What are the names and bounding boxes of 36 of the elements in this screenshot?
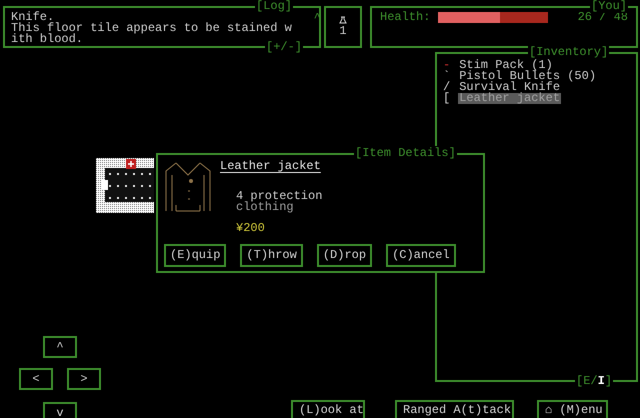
log-toggle[interactable]: [+/-] bbox=[265, 40, 304, 54]
map-drawing bbox=[96, 158, 154, 213]
item-details-title: [Item Details] bbox=[354, 146, 457, 160]
counter-value: 1 bbox=[339, 26, 347, 37]
item-category: clothing bbox=[236, 202, 294, 213]
log-title: [Log] bbox=[255, 0, 294, 13]
inventory-item[interactable]: Survival Knife bbox=[458, 82, 562, 93]
action-button[interactable]: (T)hrow bbox=[240, 244, 303, 267]
inventory-item[interactable]: Pistol Bullets (50) bbox=[458, 71, 598, 82]
log-line: ith blood. bbox=[11, 34, 84, 45]
item-glyph: ` bbox=[443, 71, 450, 82]
item-name: Leather jacket bbox=[220, 159, 321, 173]
inventory-item[interactable]: Stim Pack (1) bbox=[458, 60, 554, 71]
health-label: Health: bbox=[380, 12, 430, 23]
log-line: Knife. bbox=[11, 12, 54, 23]
action-button[interactable]: (D)rop bbox=[316, 244, 372, 267]
status-title: [You] bbox=[590, 0, 628, 13]
command-button[interactable]: (L)ook at bbox=[291, 400, 365, 418]
flask-icon bbox=[339, 16, 347, 24]
item-price: ¥200 bbox=[236, 223, 265, 234]
command-button[interactable]: Ranged A(t)tack bbox=[395, 400, 514, 418]
direction-button[interactable]: > bbox=[67, 368, 101, 390]
direction-button[interactable]: < bbox=[19, 368, 53, 390]
direction-button[interactable]: ^ bbox=[43, 336, 77, 358]
log-line: This floor tile appears to be stained w bbox=[11, 23, 293, 34]
action-button[interactable]: (E)quip bbox=[164, 244, 226, 267]
item-glyph: - bbox=[443, 60, 450, 71]
item-stat: 4 protection bbox=[236, 191, 322, 202]
equip-toggle[interactable]: [E/I] bbox=[575, 374, 614, 388]
direction-button[interactable]: v bbox=[43, 402, 77, 418]
item-glyph: [ bbox=[443, 93, 450, 104]
jacket-icon bbox=[164, 161, 212, 213]
inventory-title: [Inventory] bbox=[528, 45, 610, 59]
item-glyph: / bbox=[443, 82, 450, 93]
command-button[interactable]: ⌂ (M)enu bbox=[537, 400, 608, 418]
action-button[interactable]: (C)ancel bbox=[386, 244, 456, 267]
